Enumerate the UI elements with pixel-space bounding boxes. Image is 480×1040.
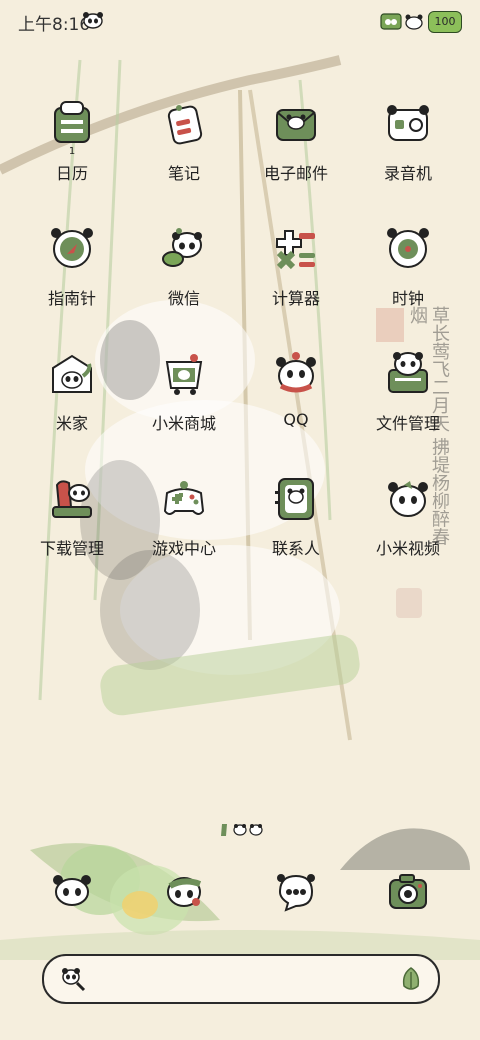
app-calculator[interactable]: 计算器 bbox=[240, 217, 352, 327]
file-manager-icon bbox=[388, 352, 428, 393]
wifi-icon bbox=[405, 14, 423, 30]
app-contacts[interactable]: 联系人 bbox=[240, 467, 352, 577]
app-game-center[interactable]: 游戏中心 bbox=[128, 467, 240, 577]
app-label: 指南针 bbox=[47, 289, 96, 308]
app-qq[interactable]: QQ bbox=[240, 342, 352, 452]
app-calendar[interactable]: 1 日历 bbox=[16, 92, 128, 202]
app-label: 小米视频 bbox=[375, 539, 440, 558]
app-notes[interactable]: 笔记 bbox=[128, 92, 240, 202]
mi-store-icon bbox=[165, 354, 203, 395]
dock-browser[interactable] bbox=[128, 860, 240, 924]
signal-icon bbox=[380, 13, 402, 30]
camera-icon bbox=[389, 874, 427, 909]
page-indicator[interactable] bbox=[218, 822, 268, 838]
app-label: 米家 bbox=[55, 414, 88, 433]
app-label: 文件管理 bbox=[375, 414, 440, 433]
app-download-manager[interactable]: 下载管理 bbox=[16, 467, 128, 577]
app-label: 下载管理 bbox=[39, 539, 104, 558]
phone-icon bbox=[53, 875, 91, 906]
mi-video-icon bbox=[388, 481, 428, 517]
battery-indicator: 100 bbox=[428, 11, 462, 33]
contacts-icon bbox=[275, 478, 314, 520]
voice-search-icon[interactable] bbox=[400, 966, 422, 992]
browser-icon bbox=[167, 877, 202, 907]
qq-icon bbox=[276, 352, 316, 393]
compass-icon bbox=[51, 228, 93, 268]
wechat-icon bbox=[162, 228, 202, 267]
app-label: 游戏中心 bbox=[151, 539, 216, 558]
app-recorder[interactable]: 录音机 bbox=[352, 92, 464, 202]
mijia-icon bbox=[52, 354, 92, 393]
app-label: 录音机 bbox=[383, 164, 432, 183]
dock-camera[interactable] bbox=[352, 860, 464, 924]
app-label: 微信 bbox=[167, 289, 200, 308]
app-mi-video[interactable]: 小米视频 bbox=[352, 467, 464, 577]
status-bar: 上午8:16 100 bbox=[0, 0, 480, 44]
app-clock[interactable]: 时钟 bbox=[352, 217, 464, 327]
search-icon bbox=[62, 968, 86, 992]
app-label: 电子邮件 bbox=[263, 164, 328, 183]
app-label: 时钟 bbox=[391, 289, 424, 308]
app-compass[interactable]: 指南针 bbox=[16, 217, 128, 327]
status-time: 上午8:16 bbox=[18, 15, 91, 35]
calendar-date-number: 1 bbox=[68, 146, 76, 157]
calculator-icon bbox=[276, 230, 315, 270]
download-icon bbox=[52, 480, 92, 518]
clock-icon bbox=[387, 228, 429, 268]
dock-phone[interactable] bbox=[16, 860, 128, 924]
game-center-icon bbox=[163, 481, 205, 515]
panda-status-icon bbox=[83, 12, 103, 29]
messages-icon bbox=[277, 874, 315, 912]
app-label: 笔记 bbox=[167, 164, 200, 183]
app-label: QQ bbox=[283, 410, 309, 429]
app-label: 小米商城 bbox=[151, 414, 216, 433]
app-mijia[interactable]: 米家 bbox=[16, 342, 128, 452]
app-label: 日历 bbox=[55, 164, 88, 183]
app-wechat[interactable]: 微信 bbox=[128, 217, 240, 327]
notes-icon bbox=[167, 105, 203, 145]
calendar-icon bbox=[54, 101, 90, 143]
app-email[interactable]: 电子邮件 bbox=[240, 92, 352, 202]
app-label: 联系人 bbox=[271, 539, 320, 558]
dock bbox=[16, 860, 464, 924]
dock-messages[interactable] bbox=[240, 860, 352, 924]
recorder-icon bbox=[387, 105, 429, 141]
email-icon bbox=[276, 109, 316, 141]
search-bar[interactable] bbox=[42, 954, 440, 1004]
app-file-manager[interactable]: 文件管理 bbox=[352, 342, 464, 452]
app-label: 计算器 bbox=[271, 289, 320, 308]
app-mi-store[interactable]: 小米商城 bbox=[128, 342, 240, 452]
